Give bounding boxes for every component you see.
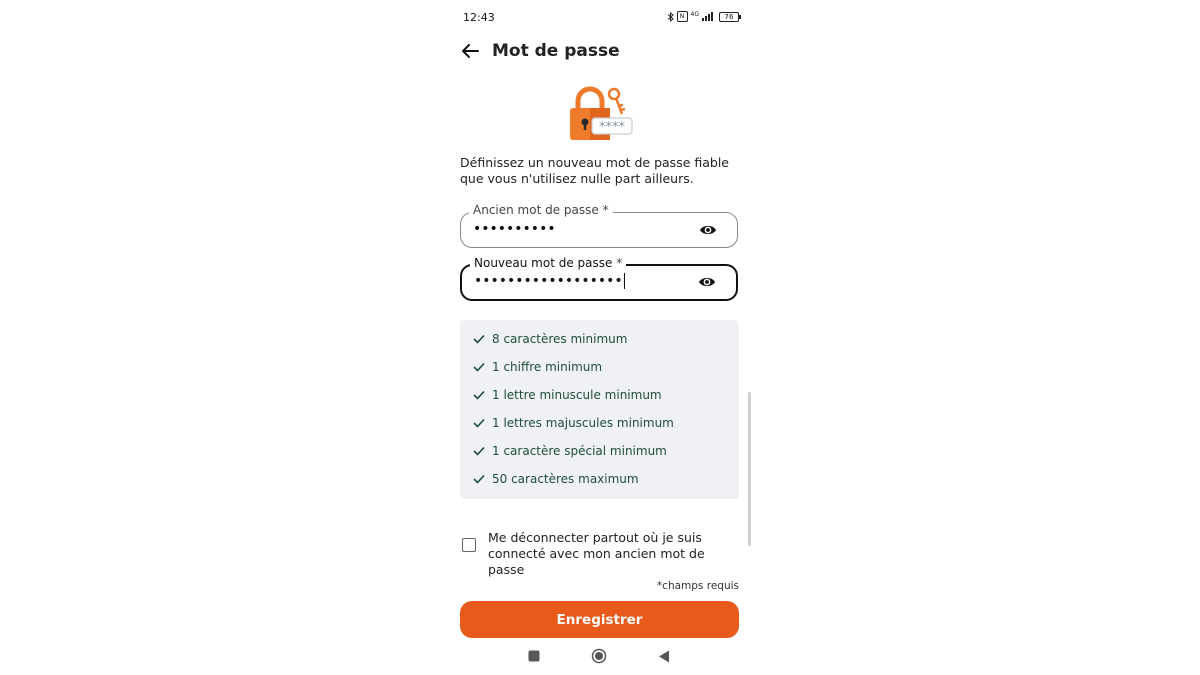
rule-item: 1 lettres majuscules minimum: [473, 416, 674, 430]
system-nav-bar: [440, 647, 760, 667]
page-title: Mot de passe: [492, 41, 620, 61]
scrollbar[interactable]: [748, 392, 751, 546]
home-icon[interactable]: [591, 648, 607, 664]
new-password-value-wrap[interactable]: ••••••••••••••••••: [474, 273, 626, 289]
save-button[interactable]: Enregistrer: [460, 601, 739, 638]
battery-icon: 76: [719, 11, 741, 22]
rule-label: 1 caractère spécial minimum: [492, 444, 667, 458]
arrow-left-icon[interactable]: [460, 41, 480, 61]
mask-text: ****: [599, 120, 626, 135]
old-password-value[interactable]: ••••••••••: [473, 221, 556, 237]
rule-label: 1 lettre minuscule minimum: [492, 388, 662, 402]
check-icon: [473, 474, 485, 484]
rule-item: 1 chiffre minimum: [473, 360, 602, 374]
rule-item: 8 caractères minimum: [473, 332, 627, 346]
new-password-value[interactable]: ••••••••••••••••••: [474, 273, 623, 289]
rule-label: 1 lettres majuscules minimum: [492, 416, 674, 430]
phone-screen: 12:43 N 4G 76 Mot de passe **** Définiss…: [440, 0, 760, 675]
padlock-key-icon: ****: [570, 86, 633, 140]
recent-apps-icon[interactable]: [528, 650, 540, 662]
check-icon: [473, 390, 485, 400]
nfc-icon: N: [676, 11, 688, 22]
logout-checkbox-label[interactable]: Me déconnecter partout où je suis connec…: [488, 530, 740, 578]
check-icon: [473, 418, 485, 428]
status-time: 12:43: [463, 11, 495, 24]
password-rules-panel: 8 caractères minimum 1 chiffre minimum 1…: [460, 320, 739, 499]
rule-item: 50 caractères maximum: [473, 472, 639, 486]
new-password-field[interactable]: Nouveau mot de passe * •••••••••••••••••…: [460, 256, 738, 301]
new-password-label: Nouveau mot de passe *: [470, 256, 627, 270]
old-password-label-text: Ancien mot de passe: [473, 203, 599, 217]
rule-item: 1 lettre minuscule minimum: [473, 388, 662, 402]
network-type: 4G: [690, 10, 699, 18]
status-icons: N 4G 76: [667, 10, 741, 22]
battery-level: 76: [724, 12, 734, 21]
check-icon: [473, 362, 485, 372]
required-mark: *: [616, 256, 623, 270]
logout-checkbox[interactable]: [462, 538, 476, 552]
rule-label: 8 caractères minimum: [492, 332, 628, 346]
rule-item: 1 caractère spécial minimum: [473, 444, 667, 458]
required-mark: *: [602, 203, 609, 217]
rule-label: 50 caractères maximum: [492, 472, 639, 486]
text-cursor: [623, 273, 626, 289]
signal-icon: [702, 12, 716, 21]
eye-icon[interactable]: [699, 223, 717, 237]
bluetooth-icon: [667, 11, 674, 22]
back-nav-icon[interactable]: [658, 650, 670, 663]
description-text: Définissez un nouveau mot de passe fiabl…: [460, 155, 730, 186]
old-password-label: Ancien mot de passe *: [469, 203, 613, 217]
required-fields-note: *champs requis: [656, 580, 739, 592]
status-bar: 12:43 N 4G 76: [463, 9, 741, 27]
old-password-field[interactable]: Ancien mot de passe * ••••••••••: [460, 203, 738, 248]
check-icon: [473, 334, 485, 344]
eye-icon[interactable]: [698, 275, 716, 289]
logout-option[interactable]: Me déconnecter partout où je suis connec…: [460, 530, 740, 577]
rule-label: 1 chiffre minimum: [492, 360, 603, 374]
new-password-label-text: Nouveau mot de passe: [474, 256, 613, 270]
app-header: Mot de passe: [460, 38, 620, 64]
check-icon: [473, 446, 485, 456]
